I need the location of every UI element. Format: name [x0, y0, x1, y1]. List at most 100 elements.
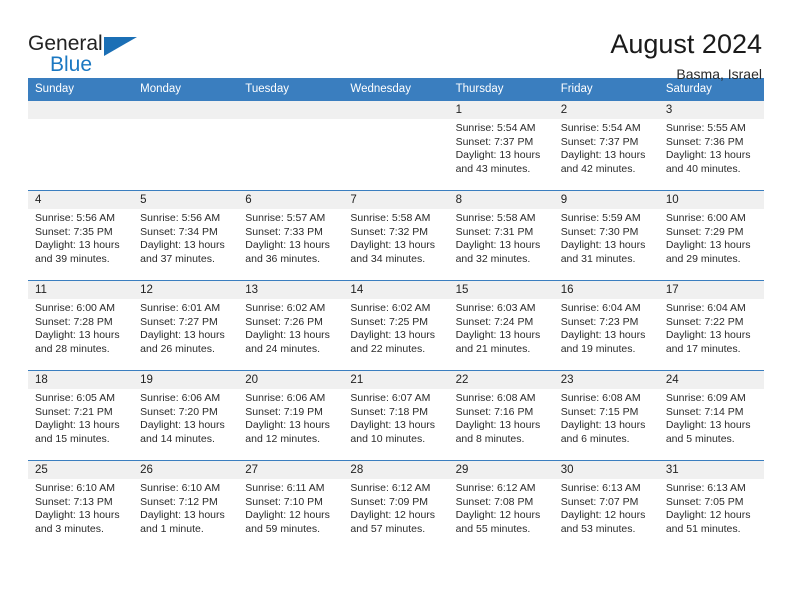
calendar-day-cell[interactable]: 11 Sunrise: 6:00 AM Sunset: 7:28 PM Dayligh… — [28, 280, 134, 371]
day-details: Sunrise: 6:10 AM Sunset: 7:12 PM Daylight:… — [133, 479, 238, 536]
day-details: Sunrise: 6:02 AM Sunset: 7:25 PM Daylight:… — [343, 299, 448, 356]
daylight-text: Daylight: 13 hours and 28 minutes. — [35, 329, 120, 355]
general-blue-logo[interactable]: General Blue — [28, 28, 158, 75]
calendar-day-cell[interactable]: 31 Sunrise: 6:13 AM Sunset: 7:05 PM Dayligh… — [658, 460, 764, 551]
day-number: 31 — [658, 461, 764, 479]
calendar-day-cell[interactable]: 16 Sunrise: 6:04 AM Sunset: 7:23 PM Dayligh… — [553, 280, 659, 371]
calendar-day-cell[interactable]: 22 Sunrise: 6:08 AM Sunset: 7:16 PM Dayligh… — [448, 370, 554, 461]
sunrise-text: Sunrise: 6:05 AM — [35, 392, 115, 404]
day-number: 11 — [28, 281, 134, 299]
sunset-text: Sunset: 7:30 PM — [560, 225, 639, 238]
daylight-text: Daylight: 13 hours and 5 minutes. — [665, 419, 751, 445]
daylight-text: Daylight: 12 hours and 55 minutes. — [455, 509, 541, 535]
sunset-text: Sunset: 7:23 PM — [560, 315, 639, 328]
day-number: 12 — [133, 281, 239, 299]
calendar-day-cell[interactable]: 18 Sunrise: 6:05 AM Sunset: 7:21 PM Dayligh… — [28, 370, 134, 461]
day-number: 20 — [238, 371, 344, 389]
day-number: 22 — [448, 371, 554, 389]
calendar-day-cell[interactable]: 4 Sunrise: 5:56 AM Sunset: 7:35 PM Daylight… — [28, 190, 134, 281]
daylight-text: Daylight: 13 hours and 40 minutes. — [665, 149, 751, 175]
day-number: 25 — [28, 461, 134, 479]
daylight-text: Daylight: 13 hours and 3 minutes. — [35, 509, 120, 535]
sunset-text: Sunset: 7:35 PM — [35, 225, 113, 238]
sunset-text: Sunset: 7:07 PM — [560, 495, 639, 508]
calendar-day-cell[interactable]: 26 Sunrise: 6:10 AM Sunset: 7:12 PM Dayligh… — [133, 460, 239, 551]
day-details: Sunrise: 6:13 AM Sunset: 7:05 PM Daylight:… — [659, 479, 764, 536]
daylight-text: Daylight: 13 hours and 12 minutes. — [245, 419, 330, 445]
calendar-day-cell[interactable]: 10 Sunrise: 6:00 AM Sunset: 7:29 PM Dayligh… — [658, 190, 764, 281]
day-details: Sunrise: 6:01 AM Sunset: 7:27 PM Daylight:… — [133, 299, 238, 356]
calendar-day-cell[interactable]: 2 Sunrise: 5:54 AM Sunset: 7:37 PM Daylight… — [553, 100, 659, 191]
sunset-text: Sunset: 7:21 PM — [35, 405, 113, 418]
sunrise-text: Sunrise: 6:13 AM — [665, 482, 746, 494]
calendar-day-cell[interactable]: 9 Sunrise: 5:59 AM Sunset: 7:30 PM Daylight… — [553, 190, 659, 281]
calendar-day-cell[interactable]: 20 Sunrise: 6:06 AM Sunset: 7:19 PM Dayligh… — [238, 370, 344, 461]
calendar-day-cell[interactable]: 14 Sunrise: 6:02 AM Sunset: 7:25 PM Dayligh… — [343, 280, 449, 371]
calendar-day-cell[interactable]: 7 Sunrise: 5:58 AM Sunset: 7:32 PM Daylight… — [343, 190, 449, 281]
sunset-text: Sunset: 7:19 PM — [245, 405, 323, 418]
day-details: Sunrise: 6:11 AM Sunset: 7:10 PM Daylight:… — [238, 479, 343, 536]
weekday-header-wednesday: Wednesday — [343, 78, 449, 101]
day-number: 28 — [343, 461, 449, 479]
day-number: 9 — [553, 191, 659, 209]
daylight-text: Daylight: 13 hours and 17 minutes. — [665, 329, 751, 355]
sunset-text: Sunset: 7:26 PM — [245, 315, 323, 328]
calendar-day-cell[interactable]: 28 Sunrise: 6:12 AM Sunset: 7:09 PM Dayligh… — [343, 460, 449, 551]
sunrise-text: Sunrise: 5:56 AM — [35, 212, 115, 224]
calendar-day-cell[interactable]: 23 Sunrise: 6:08 AM Sunset: 7:15 PM Dayligh… — [553, 370, 659, 461]
sunrise-text: Sunrise: 5:58 AM — [350, 212, 431, 224]
calendar-day-cell[interactable]: 30 Sunrise: 6:13 AM Sunset: 7:07 PM Dayligh… — [553, 460, 659, 551]
sunset-text: Sunset: 7:22 PM — [665, 315, 744, 328]
sunset-text: Sunset: 7:25 PM — [350, 315, 429, 328]
calendar-day-cell[interactable]: 24 Sunrise: 6:09 AM Sunset: 7:14 PM Dayligh… — [658, 370, 764, 461]
weekday-header-tuesday: Tuesday — [238, 78, 344, 101]
day-details: Sunrise: 5:58 AM Sunset: 7:32 PM Daylight:… — [343, 209, 448, 266]
calendar-day-cell[interactable]: 13 Sunrise: 6:02 AM Sunset: 7:26 PM Dayligh… — [238, 280, 344, 371]
calendar-day-cell[interactable]: 6 Sunrise: 5:57 AM Sunset: 7:33 PM Daylight… — [238, 190, 344, 281]
calendar-day-cell[interactable]: 8 Sunrise: 5:58 AM Sunset: 7:31 PM Daylight… — [448, 190, 554, 281]
sunrise-text: Sunrise: 6:06 AM — [140, 392, 221, 404]
day-details: Sunrise: 6:04 AM Sunset: 7:23 PM Daylight:… — [554, 299, 659, 356]
day-details: Sunrise: 5:54 AM Sunset: 7:37 PM Daylight:… — [449, 119, 554, 176]
day-details: Sunrise: 5:56 AM Sunset: 7:35 PM Daylight:… — [28, 209, 133, 266]
sunrise-text: Sunrise: 6:00 AM — [35, 302, 115, 314]
daylight-text: Daylight: 12 hours and 59 minutes. — [245, 509, 330, 535]
title-block: August 2024 Basma, Israel — [610, 28, 764, 84]
calendar-day-cell[interactable]: 27 Sunrise: 6:11 AM Sunset: 7:10 PM Dayligh… — [238, 460, 344, 551]
sunset-text: Sunset: 7:31 PM — [455, 225, 534, 238]
day-number — [238, 101, 344, 119]
weekday-header-thursday: Thursday — [448, 78, 554, 101]
sunset-text: Sunset: 7:37 PM — [560, 135, 639, 148]
day-number: 8 — [448, 191, 554, 209]
calendar-day-cell[interactable]: 19 Sunrise: 6:06 AM Sunset: 7:20 PM Dayligh… — [133, 370, 239, 461]
calendar-day-cell[interactable]: 5 Sunrise: 5:56 AM Sunset: 7:34 PM Daylight… — [133, 190, 239, 281]
day-details: Sunrise: 5:59 AM Sunset: 7:30 PM Daylight:… — [554, 209, 659, 266]
day-number: 19 — [133, 371, 239, 389]
day-details: Sunrise: 6:02 AM Sunset: 7:26 PM Daylight:… — [238, 299, 343, 356]
day-number: 7 — [343, 191, 449, 209]
sunrise-text: Sunrise: 6:11 AM — [245, 482, 325, 494]
calendar-day-cell[interactable]: 29 Sunrise: 6:12 AM Sunset: 7:08 PM Dayligh… — [448, 460, 554, 551]
sunrise-text: Sunrise: 6:08 AM — [560, 392, 641, 404]
calendar-day-cell[interactable]: 25 Sunrise: 6:10 AM Sunset: 7:13 PM Dayligh… — [28, 460, 134, 551]
day-number: 3 — [658, 101, 764, 119]
calendar-day-cell[interactable]: 17 Sunrise: 6:04 AM Sunset: 7:22 PM Dayligh… — [658, 280, 764, 371]
sunset-text: Sunset: 7:27 PM — [140, 315, 218, 328]
calendar-cell-empty — [238, 100, 344, 191]
day-number: 26 — [133, 461, 239, 479]
calendar-day-cell[interactable]: 1 Sunrise: 5:54 AM Sunset: 7:37 PM Daylight… — [448, 100, 554, 191]
day-number: 24 — [658, 371, 764, 389]
sunset-text: Sunset: 7:20 PM — [140, 405, 218, 418]
sunrise-text: Sunrise: 6:06 AM — [245, 392, 326, 404]
calendar-day-cell[interactable]: 21 Sunrise: 6:07 AM Sunset: 7:18 PM Dayligh… — [343, 370, 449, 461]
day-number — [28, 101, 134, 119]
day-number: 23 — [553, 371, 659, 389]
sunset-text: Sunset: 7:10 PM — [245, 495, 323, 508]
sunrise-text: Sunrise: 6:12 AM — [350, 482, 431, 494]
calendar-day-cell[interactable]: 15 Sunrise: 6:03 AM Sunset: 7:24 PM Dayligh… — [448, 280, 554, 371]
calendar-day-cell[interactable]: 3 Sunrise: 5:55 AM Sunset: 7:36 PM Daylight… — [658, 100, 764, 191]
daylight-text: Daylight: 13 hours and 15 minutes. — [35, 419, 120, 445]
daylight-text: Daylight: 13 hours and 26 minutes. — [140, 329, 225, 355]
calendar-day-cell[interactable]: 12 Sunrise: 6:01 AM Sunset: 7:27 PM Dayligh… — [133, 280, 239, 371]
day-number: 1 — [448, 101, 554, 119]
